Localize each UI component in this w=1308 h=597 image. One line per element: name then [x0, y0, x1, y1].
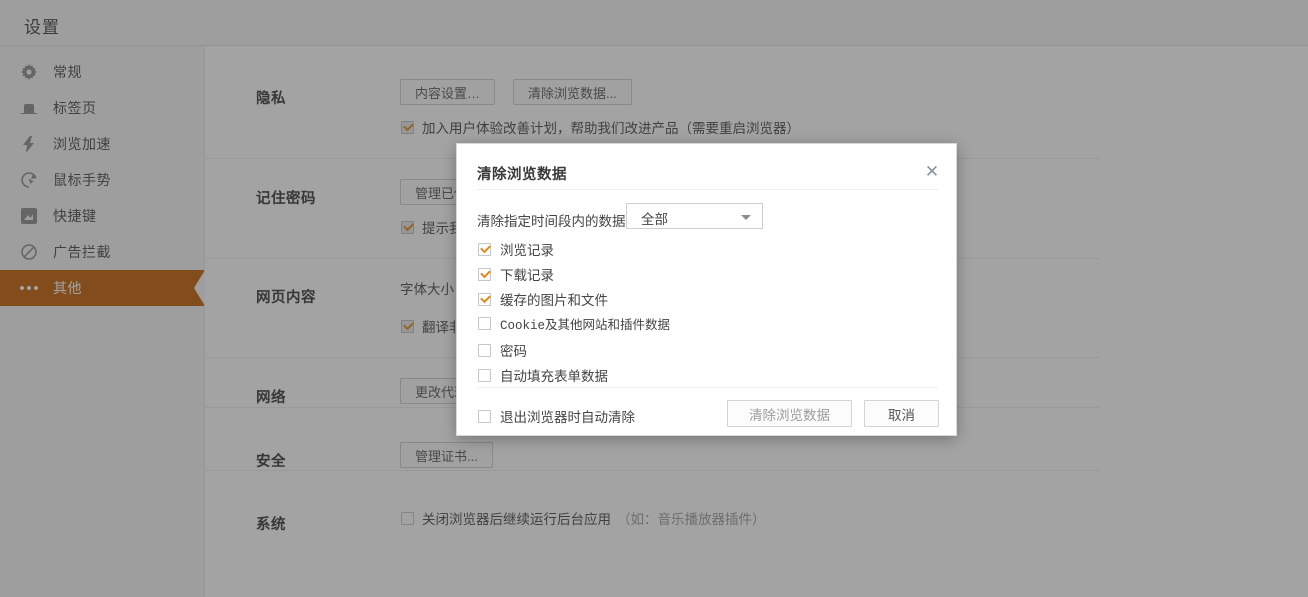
dialog-option-label: Cookie及其他网站和插件数据 [500, 319, 671, 333]
checkbox-box [478, 292, 491, 306]
dialog-option-label: 自动填充表单数据 [500, 369, 608, 384]
dialog-option-label: 浏览记录 [500, 243, 554, 258]
chevron-down-icon [741, 215, 751, 220]
period-select-value: 全部 [641, 212, 668, 227]
cancel-button[interactable]: 取消 [864, 400, 939, 427]
close-icon[interactable]: ✕ [921, 160, 943, 182]
checkbox-box [478, 343, 491, 357]
dialog-option-5[interactable]: 自动填充表单数据 [478, 365, 608, 385]
confirm-clear-button[interactable]: 清除浏览数据 [727, 400, 852, 427]
dialog-title: 清除浏览数据 [477, 167, 567, 183]
period-select[interactable]: 全部 [626, 203, 763, 229]
dialog-option-4[interactable]: 密码 [478, 340, 527, 360]
dialog-option-label: 缓存的图片和文件 [500, 293, 608, 308]
dialog-divider-top [477, 189, 938, 190]
clear-browsing-data-dialog: 清除浏览数据 ✕ 清除指定时间段内的数据： 全部 浏览记录下载记录缓存的图片和文… [456, 143, 957, 436]
auto-clear-on-exit-checkbox[interactable]: 退出浏览器时自动清除 [478, 406, 635, 426]
auto-clear-on-exit-label: 退出浏览器时自动清除 [500, 410, 635, 425]
dialog-divider-bottom [477, 387, 938, 388]
checkbox-box [478, 409, 491, 423]
dialog-option-3[interactable]: Cookie及其他网站和插件数据 [478, 314, 670, 333]
dialog-option-1[interactable]: 下载记录 [478, 264, 554, 284]
checkbox-box [478, 242, 491, 256]
checkbox-box [478, 317, 491, 330]
checkbox-box [478, 267, 491, 281]
dialog-option-label: 下载记录 [500, 268, 554, 283]
dialog-option-label: 密码 [500, 344, 527, 359]
checkbox-box [478, 368, 491, 382]
dialog-option-0[interactable]: 浏览记录 [478, 239, 554, 259]
period-label: 清除指定时间段内的数据： [477, 214, 639, 229]
settings-window: 设置 常规 标签页 浏览加速 鼠标手势 快捷键 广告拦截 其他 隐私 内容设置… 清除浏览数据.… [0, 0, 1308, 597]
dialog-option-2[interactable]: 缓存的图片和文件 [478, 289, 608, 309]
